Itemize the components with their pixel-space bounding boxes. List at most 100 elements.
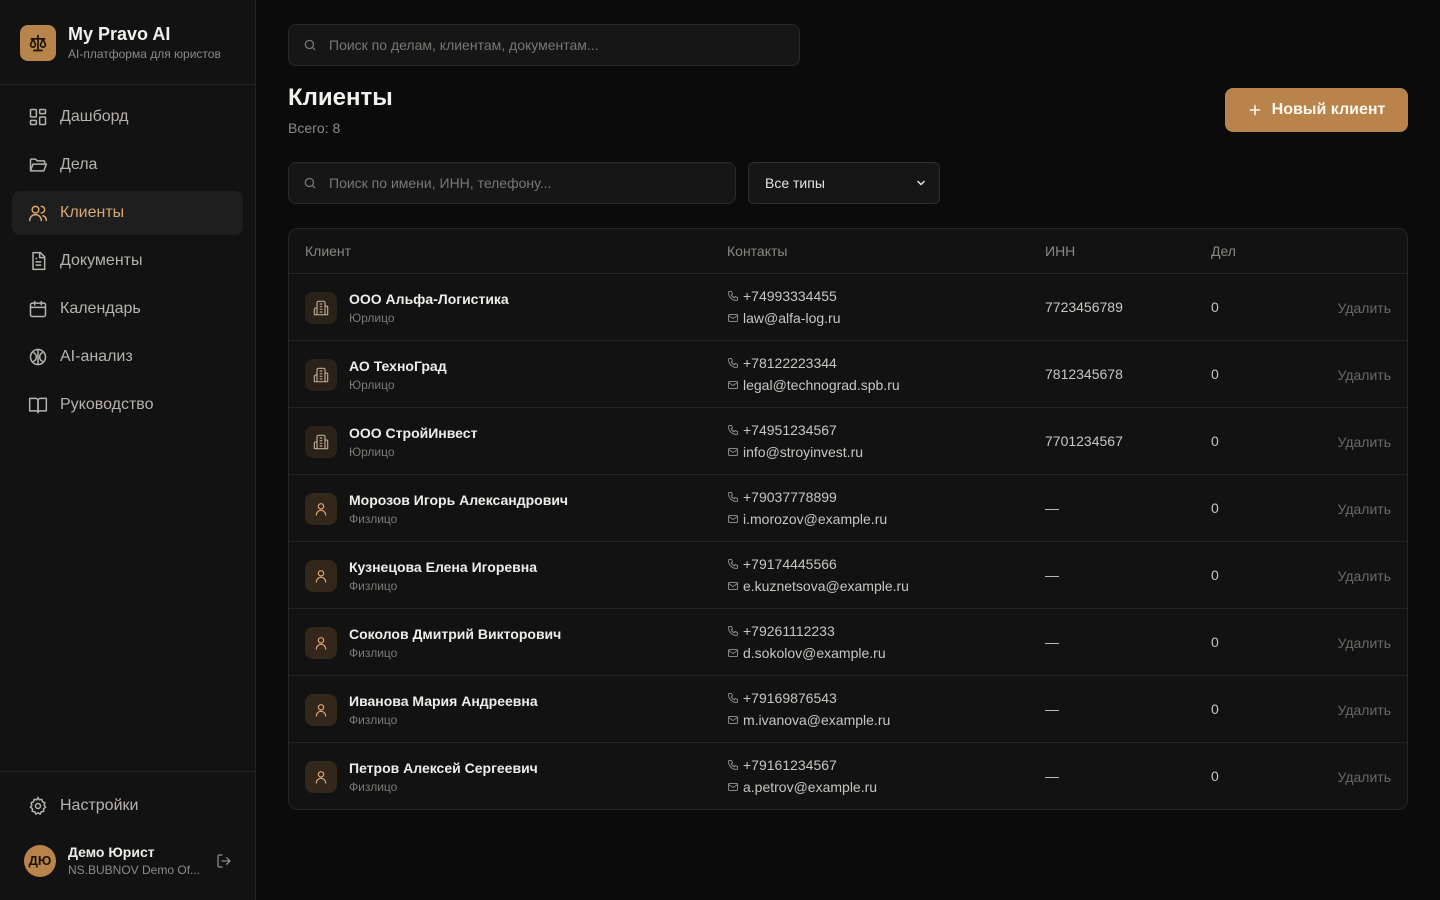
client-phone-value: +79174445566 [743, 556, 837, 572]
sidebar-item-settings[interactable]: Настройки [12, 784, 243, 828]
phone-icon [727, 357, 739, 369]
column-header-client[interactable]: Клиент [305, 243, 351, 259]
sidebar-item-documents[interactable]: Документы [12, 239, 243, 283]
table-row[interactable]: Кузнецова Елена Игоревна Физлицо +791744… [289, 542, 1407, 609]
client-phone: +74951234567 [727, 422, 837, 438]
user-name: Демо Юрист [68, 844, 155, 860]
client-email: legal@technograd.spb.ru [727, 377, 900, 393]
sidebar-item-label: Дела [60, 156, 98, 173]
client-name[interactable]: Иванова Мария Андреевна [349, 693, 538, 709]
page-title: Клиенты [288, 84, 393, 111]
mail-icon [727, 379, 739, 391]
delete-client-button[interactable]: Удалить [1338, 702, 1391, 718]
phone-icon [727, 290, 739, 302]
building-icon [305, 292, 337, 324]
document-icon [28, 251, 48, 271]
client-name[interactable]: ООО СтройИнвест [349, 425, 477, 441]
client-phone-value: +78122223344 [743, 355, 837, 371]
calendar-icon [28, 299, 48, 319]
sidebar-item-clients[interactable]: Клиенты [12, 191, 243, 235]
delete-client-button[interactable]: Удалить [1338, 367, 1391, 383]
client-name[interactable]: Кузнецова Елена Игоревна [349, 559, 537, 575]
client-type: Юрлицо [349, 311, 395, 325]
person-icon [305, 694, 337, 726]
client-type: Юрлицо [349, 445, 395, 459]
table-row[interactable]: ООО Альфа-Логистика Юрлицо +74993334455 … [289, 274, 1407, 341]
table-row[interactable]: Петров Алексей Сергеевич Физлицо +791612… [289, 743, 1407, 809]
sidebar-item-guide[interactable]: Руководство [12, 383, 243, 427]
client-email: m.ivanova@example.ru [727, 712, 890, 728]
phone-icon [727, 424, 739, 436]
client-name[interactable]: Петров Алексей Сергеевич [349, 760, 538, 776]
phone-icon [727, 558, 739, 570]
column-header-cases[interactable]: Дел [1211, 243, 1236, 259]
mail-icon [727, 781, 739, 793]
client-name[interactable]: Морозов Игорь Александрович [349, 492, 568, 508]
client-type: Физлицо [349, 646, 398, 660]
global-search [288, 24, 800, 66]
search-icon [303, 176, 317, 190]
settings-section: Настройки [12, 784, 243, 832]
client-name[interactable]: Соколов Дмитрий Викторович [349, 626, 561, 642]
client-cases-count: 0 [1211, 567, 1219, 583]
divider [0, 84, 255, 85]
column-header-inn[interactable]: ИНН [1045, 243, 1075, 259]
client-email-value: d.sokolov@example.ru [743, 645, 886, 661]
client-cases-count: 0 [1211, 500, 1219, 516]
client-phone-value: +79261112233 [743, 623, 835, 639]
delete-client-button[interactable]: Удалить [1338, 769, 1391, 785]
client-cases-count: 0 [1211, 366, 1219, 382]
client-name[interactable]: АО ТехноГрад [349, 358, 447, 374]
client-type-select[interactable]: Все типы [748, 162, 940, 204]
client-search [288, 162, 736, 204]
table-row[interactable]: Соколов Дмитрий Викторович Физлицо +7926… [289, 609, 1407, 676]
sidebar-item-label: Настройки [60, 797, 139, 814]
sidebar-item-dashboard[interactable]: Дашборд [12, 95, 243, 139]
delete-client-button[interactable]: Удалить [1338, 568, 1391, 584]
global-search-input[interactable] [329, 37, 799, 53]
client-phone: +79037778899 [727, 489, 837, 505]
table-row[interactable]: Морозов Игорь Александрович Физлицо +790… [289, 475, 1407, 542]
book-icon [28, 395, 48, 415]
table-row[interactable]: Иванова Мария Андреевна Физлицо +7916987… [289, 676, 1407, 743]
sidebar-item-calendar[interactable]: Календарь [12, 287, 243, 331]
brand[interactable]: My Pravo AI AI-платформа для юристов [20, 24, 221, 61]
client-phone: +78122223344 [727, 355, 837, 371]
sidebar-item-label: Дашборд [60, 108, 129, 125]
client-search-input[interactable] [329, 175, 735, 191]
client-email: i.morozov@example.ru [727, 511, 887, 527]
sidebar-item-cases[interactable]: Дела [12, 143, 243, 187]
table-body: ООО Альфа-Логистика Юрлицо +74993334455 … [289, 274, 1407, 809]
table-row[interactable]: ООО СтройИнвест Юрлицо +74951234567 info… [289, 408, 1407, 475]
delete-client-button[interactable]: Удалить [1338, 434, 1391, 450]
table-row[interactable]: АО ТехноГрад Юрлицо +78122223344 legal@t… [289, 341, 1407, 408]
delete-client-button[interactable]: Удалить [1338, 635, 1391, 651]
client-phone-value: +74951234567 [743, 422, 837, 438]
client-phone-value: +79169876543 [743, 690, 837, 706]
client-email-value: legal@technograd.spb.ru [743, 377, 900, 393]
scales-icon [20, 24, 56, 61]
client-email-value: law@alfa-log.ru [743, 310, 841, 326]
client-inn: — [1045, 634, 1059, 650]
divider [0, 771, 255, 772]
sidebar-item-label: Клиенты [60, 204, 125, 221]
sidebar-item-label: AI-анализ [60, 348, 133, 365]
new-client-button[interactable]: Новый клиент [1225, 88, 1408, 132]
column-header-contacts[interactable]: Контакты [727, 243, 787, 259]
clients-count: Всего: 8 [288, 120, 341, 136]
client-phone: +79174445566 [727, 556, 837, 572]
client-name[interactable]: ООО Альфа-Логистика [349, 291, 509, 307]
brand-subtitle: AI-платформа для юристов [68, 47, 221, 61]
search-icon [303, 38, 317, 52]
delete-client-button[interactable]: Удалить [1338, 501, 1391, 517]
sidebar-item-ai-analysis[interactable]: AI-анализ [12, 335, 243, 379]
person-icon [305, 627, 337, 659]
client-type: Юрлицо [349, 378, 395, 392]
folder-icon [28, 155, 48, 175]
client-inn: — [1045, 701, 1059, 717]
logout-icon[interactable] [214, 851, 234, 871]
delete-client-button[interactable]: Удалить [1338, 300, 1391, 316]
client-email-value: e.kuznetsova@example.ru [743, 578, 909, 594]
avatar[interactable]: ДЮ [24, 844, 56, 877]
client-type: Физлицо [349, 512, 398, 526]
